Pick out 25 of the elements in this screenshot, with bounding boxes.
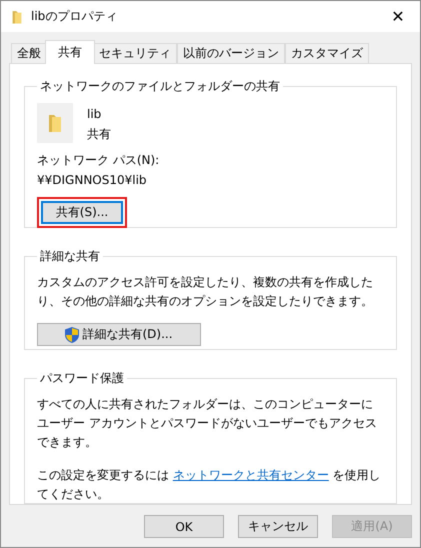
dialog-button[interactable]: キャンセル (238, 515, 318, 538)
folder-state: 共有 (87, 126, 111, 143)
tab[interactable]: カスタマイズ (285, 43, 369, 63)
folder-icon (11, 8, 23, 24)
folder-name: lib (87, 106, 102, 123)
close-button[interactable]: ✕ (376, 1, 420, 32)
advanced-sharing-button[interactable]: 詳細な共有(D)... (37, 323, 201, 346)
tab[interactable]: 共有 (45, 40, 95, 64)
window-title: libのプロパティ (31, 8, 118, 25)
group-title: パスワード保護 (39, 370, 125, 387)
network-center-link[interactable]: ネットワークと共有センター (172, 468, 329, 482)
tab[interactable]: 以前のバージョン (177, 43, 285, 63)
tab[interactable]: 全般 (11, 43, 47, 63)
settings-note: この設定を変更するには ネットワークと共有センター を使用してください。 (37, 466, 382, 503)
network-path: ¥¥DIGNNOS10¥lib (37, 172, 148, 189)
description: すべての人に共有されたフォルダーは、このコンピューターにユーザー アカウントとパスワードがないユーザーでもアクセスできます。 (37, 396, 378, 451)
group-title: 詳細な共有 (39, 248, 101, 265)
shield-icon (65, 326, 80, 342)
dialog-button[interactable]: OK (144, 515, 224, 538)
description: カスタムのアクセス許可を設定したり、複数の共有を作成したり、その他の詳細な共有のオプションを設定したりできます。 (37, 274, 374, 310)
folder-drawing (47, 112, 63, 134)
share-button[interactable]: 共有(S)... (41, 201, 123, 224)
tab[interactable]: セキュリティ (93, 43, 177, 63)
group-title: ネットワークのファイルとフォルダーの共有 (39, 78, 281, 95)
path-label: ネットワーク パス(N): (37, 152, 160, 169)
